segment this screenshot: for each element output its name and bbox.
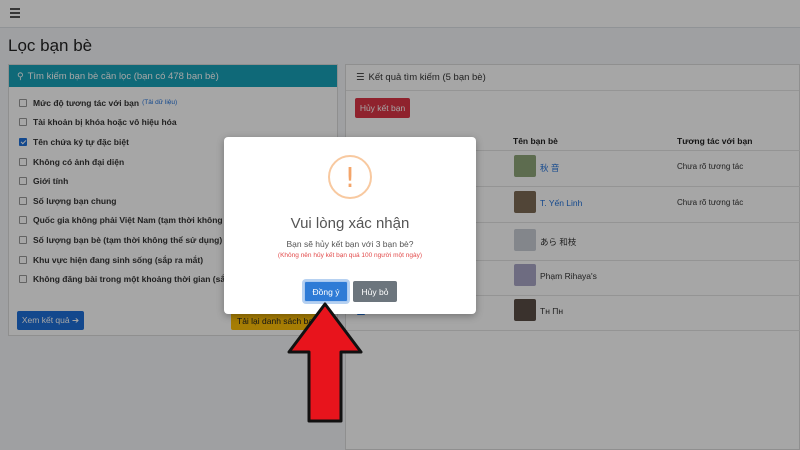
red-arrow-icon [287,302,363,423]
dialog-title: Vui lòng xác nhận [290,215,410,232]
warning-icon: ! [328,155,372,199]
confirm-cancel-button[interactable]: Hủy bỏ [353,281,397,302]
confirm-dialog: ! Vui lòng xác nhận Bạn sẽ hủy kết bạn v… [224,137,476,314]
dialog-warning-note: (Không nên hủy kết bạn quá 100 người một… [277,252,423,259]
confirm-ok-button[interactable]: Đồng ý [304,281,348,302]
dialog-message: Bạn sẽ hủy kết bạn với 3 bạn bè? [286,239,414,249]
